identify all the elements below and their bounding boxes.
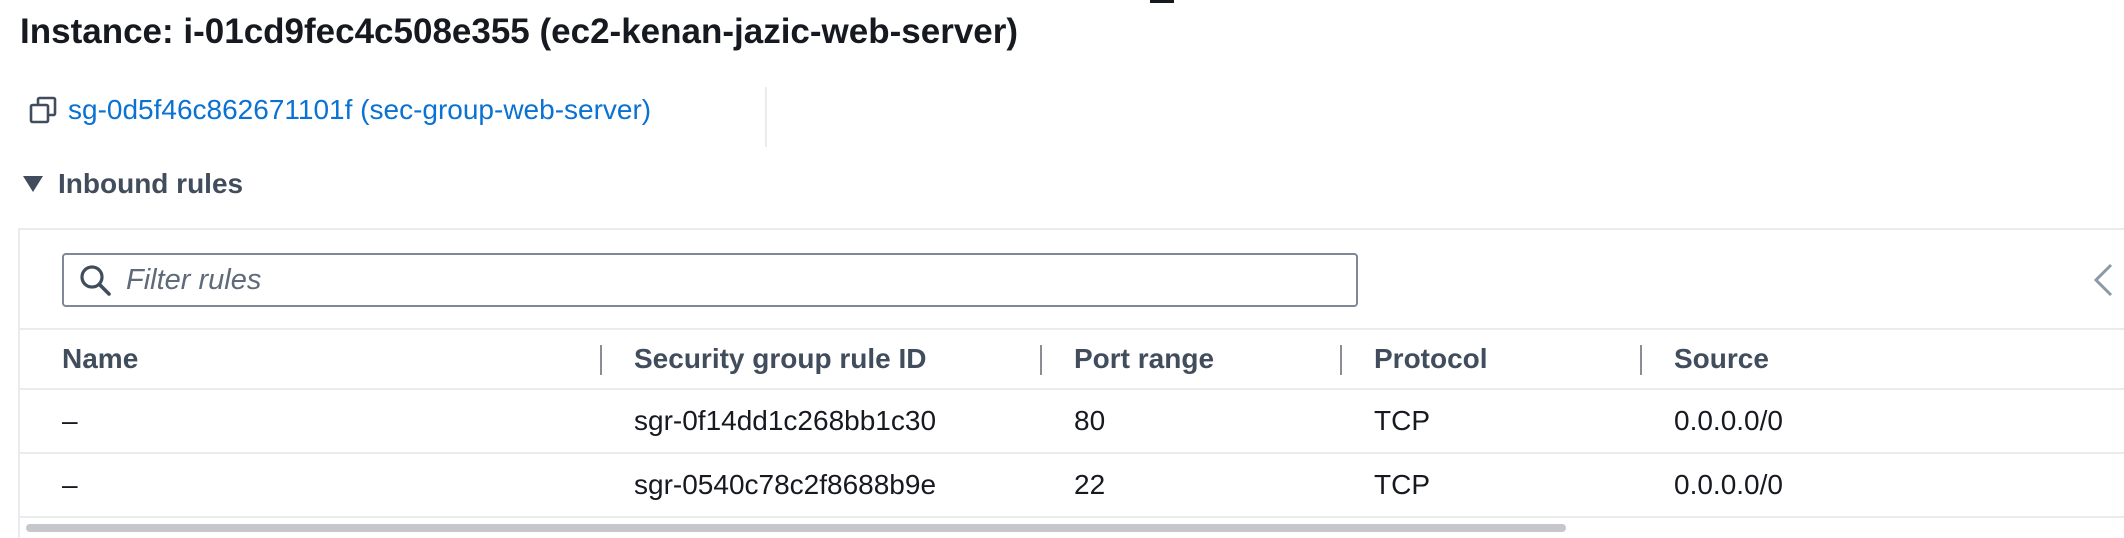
column-header-protocol[interactable]: Protocol	[1374, 330, 1488, 388]
vertical-divider	[765, 87, 767, 147]
cell-name: –	[62, 405, 78, 436]
table-row: – sgr-0f14dd1c268bb1c30 80 TCP 0.0.0.0/0	[20, 390, 2124, 454]
inbound-rules-panel: Name Security group rule ID Port range P…	[18, 228, 2124, 538]
table-header-row: Name Security group rule ID Port range P…	[20, 328, 2124, 390]
column-header-source[interactable]: Source	[1674, 330, 1769, 388]
top-edge-mark	[1150, 0, 1174, 3]
security-group-link[interactable]: sg-0d5f46c862671101f (sec-group-web-serv…	[68, 94, 651, 126]
page-title: Instance: i-01cd9fec4c508e355 (ec2-kenan…	[20, 12, 1019, 51]
cell-protocol: TCP	[1374, 469, 1430, 500]
chevron-left-icon[interactable]	[2090, 260, 2116, 300]
column-resizer[interactable]	[600, 345, 602, 375]
column-header-name[interactable]: Name	[62, 330, 138, 388]
copy-icon[interactable]	[28, 95, 58, 125]
cell-name: –	[62, 469, 78, 500]
filter-rules-input[interactable]	[124, 262, 1328, 298]
column-header-port-range[interactable]: Port range	[1074, 330, 1214, 388]
cell-source: 0.0.0.0/0	[1674, 405, 1783, 436]
column-header-rule-id[interactable]: Security group rule ID	[634, 330, 927, 388]
cell-port-range: 22	[1074, 469, 1106, 500]
column-resizer[interactable]	[1040, 345, 1042, 375]
inbound-rules-label: Inbound rules	[58, 168, 244, 199]
filter-rules-box	[62, 253, 1358, 307]
cell-rule-id: sgr-0f14dd1c268bb1c30	[634, 405, 937, 436]
search-icon	[80, 265, 111, 296]
table-row: – sgr-0540c78c2f8688b9e 22 TCP 0.0.0.0/0	[20, 454, 2124, 518]
cell-rule-id: sgr-0540c78c2f8688b9e	[634, 469, 937, 500]
column-resizer[interactable]	[1640, 345, 1642, 375]
horizontal-scrollbar[interactable]	[26, 524, 1566, 532]
cell-port-range: 80	[1074, 405, 1106, 436]
inbound-rules-toggle[interactable]: Inbound rules	[22, 164, 243, 204]
column-resizer[interactable]	[1340, 345, 1342, 375]
caret-down-icon	[23, 176, 43, 192]
cell-protocol: TCP	[1374, 405, 1430, 436]
cell-source: 0.0.0.0/0	[1674, 469, 1783, 500]
security-group-row: sg-0d5f46c862671101f (sec-group-web-serv…	[28, 88, 651, 132]
